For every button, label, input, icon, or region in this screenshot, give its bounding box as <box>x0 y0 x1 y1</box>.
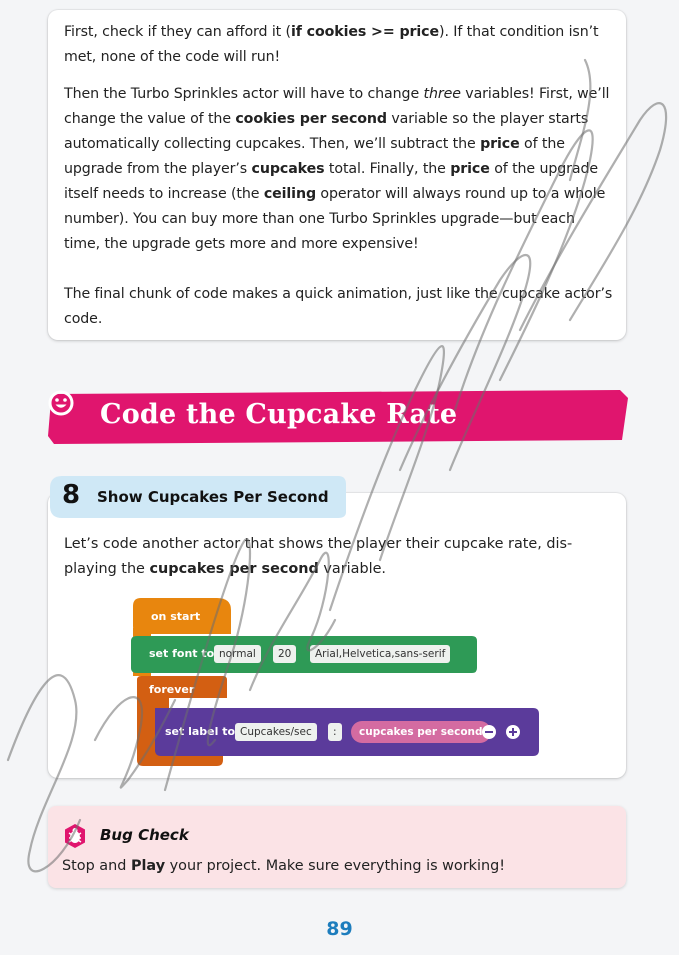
smiley-icon <box>48 390 74 416</box>
plus-icon[interactable] <box>505 724 521 740</box>
on-start-label: on start <box>151 610 201 623</box>
book-page: First, check if they can afford it (if c… <box>0 0 679 955</box>
step-number: 8 <box>62 480 81 510</box>
font-style-value[interactable]: normal <box>214 645 261 663</box>
separator-value[interactable]: : <box>328 723 342 741</box>
paragraph-animation: The final chunk of code makes a quick an… <box>64 286 613 327</box>
code-blocks: on start set font to normal 20 Arial,Hel… <box>127 598 547 768</box>
step-title: Show Cupcakes Per Second <box>97 488 329 506</box>
explanation-card: First, check if they can afford it (if c… <box>48 10 626 340</box>
forever-label: forever <box>149 683 195 696</box>
bug-icon <box>65 824 85 848</box>
bug-check-title: Bug Check <box>100 826 189 844</box>
bug-check-text: Stop and Play your project. Make sure ev… <box>62 858 505 874</box>
paragraph-variables: Then the Turbo Sprinkles actor will have… <box>64 86 610 252</box>
label-text-value[interactable]: Cupcakes/sec <box>235 723 317 741</box>
section-banner: Code the Cupcake Rate <box>48 390 628 444</box>
set-font-label: set font to <box>149 647 215 660</box>
step-description: Let’s code another actor that shows the … <box>64 536 573 577</box>
section-title: Code the Cupcake Rate <box>100 399 458 430</box>
bug-check-box <box>48 806 626 888</box>
set-label-label: set label to <box>165 725 236 738</box>
paragraph-condition: First, check if they can afford it (if c… <box>64 24 599 65</box>
font-size-value[interactable]: 20 <box>273 645 297 663</box>
variable-reporter[interactable]: cupcakes per second <box>351 721 491 743</box>
minus-icon[interactable] <box>481 724 497 740</box>
font-family-value[interactable]: Arial,Helvetica,sans-serif <box>310 645 451 663</box>
page-number: 89 <box>326 918 353 940</box>
